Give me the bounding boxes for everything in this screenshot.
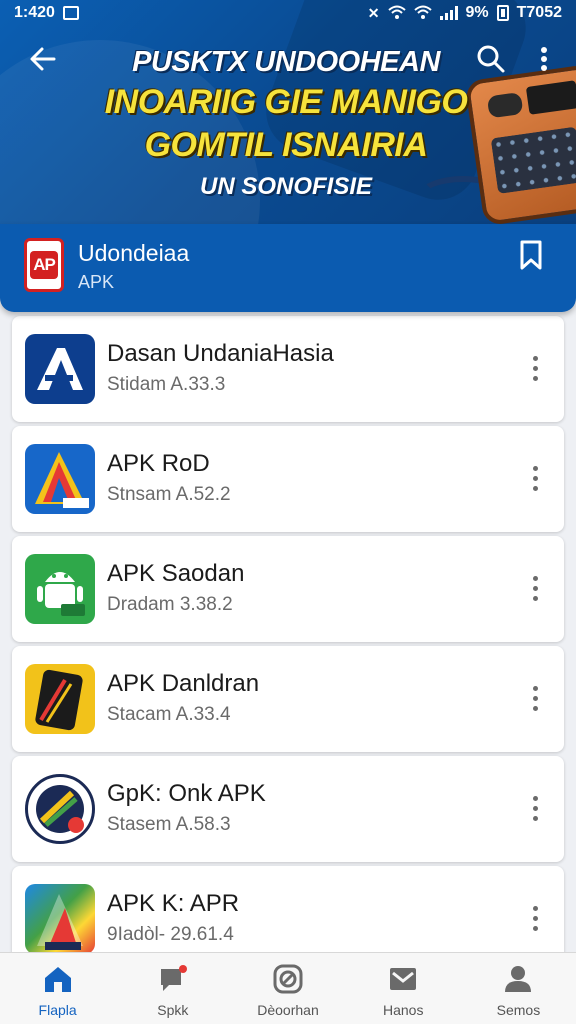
- nav-label: Hanos: [382, 1002, 424, 1018]
- item-menu-button[interactable]: [524, 346, 546, 390]
- app-logo-text: AP: [30, 251, 58, 279]
- wifi-icon-2: [413, 5, 432, 21]
- back-button[interactable]: [26, 44, 60, 78]
- signal-icon: [439, 6, 458, 20]
- status-bar: 1:420 ✕ 9% T7052: [0, 0, 576, 26]
- battery-icon: [496, 5, 509, 21]
- app-title: APK Saodan: [107, 560, 245, 587]
- app-logo: AP: [24, 238, 64, 292]
- search-icon: [477, 45, 505, 73]
- app-version: 9Iadòl- 29.61.4: [107, 924, 234, 945]
- android-robot-icon: [25, 554, 95, 624]
- gallery-icon: [62, 6, 79, 20]
- status-right: ✕ 9% T7052: [368, 4, 562, 22]
- status-time: 1:420: [14, 4, 55, 21]
- app-title: APK RoD: [107, 450, 210, 477]
- device-illustration: [464, 63, 576, 227]
- bookmark-icon: [520, 240, 542, 270]
- nav-label: Flapla: [38, 1002, 77, 1018]
- phone-icon: [25, 664, 95, 734]
- more-vert-icon: [541, 47, 547, 71]
- item-menu-button[interactable]: [524, 896, 546, 940]
- app-title: GpK: Onk APK: [107, 780, 266, 807]
- nav-item-mail[interactable]: Hanos: [346, 953, 461, 1024]
- nav-label: Semos: [496, 1002, 541, 1018]
- hero-line-4: UN SONOFISIE: [199, 173, 373, 200]
- nav-label: Spkk: [157, 1002, 189, 1018]
- person-icon: [505, 966, 532, 992]
- list-item[interactable]: APK RoD Stnsam A.52.2: [12, 426, 564, 532]
- list-item[interactable]: APK Danldran Stacam A.33.4: [12, 646, 564, 752]
- mute-icon: ✕: [367, 5, 380, 21]
- wifi-icon: [387, 5, 406, 21]
- item-menu-button[interactable]: [524, 566, 546, 610]
- badge-icon: [25, 774, 95, 844]
- bookmark-button[interactable]: [514, 238, 550, 274]
- app-title: APK K: APR: [107, 890, 240, 917]
- mail-icon: [390, 968, 417, 990]
- app-header-card: AP Udondeiaa APK: [0, 224, 576, 312]
- status-battery-text: 9%: [465, 4, 489, 21]
- arrow-left-icon: [30, 47, 56, 71]
- list-item[interactable]: Dasan UndaniaHasia Stidam A.33.3: [12, 316, 564, 422]
- bottom-nav: Flapla Spkk Dèoorhan Hanos Semos: [0, 952, 576, 1024]
- nav-item-chat[interactable]: Spkk: [115, 953, 230, 1024]
- app-version: Stacam A.33.4: [107, 704, 231, 725]
- app-title: Dasan UndaniaHasia: [107, 340, 334, 367]
- app-version: Stasem A.58.3: [107, 814, 231, 835]
- a-logo-icon: [25, 334, 95, 404]
- compass-a-icon: [25, 444, 95, 514]
- app-version: Stnsam A.52.2: [107, 484, 231, 505]
- home-icon: [44, 967, 71, 992]
- block-icon: [273, 964, 303, 994]
- color-a-icon: [25, 884, 95, 954]
- item-menu-button[interactable]: [524, 786, 546, 830]
- app-subtitle: APK: [78, 272, 115, 292]
- app-name: Udondeiaa: [78, 240, 190, 266]
- hero-toolbar: [0, 38, 576, 84]
- app-title: APK Danldran: [107, 670, 260, 697]
- nav-label: Dèoorhan: [257, 1002, 319, 1018]
- nav-item-block[interactable]: Dèoorhan: [230, 953, 345, 1024]
- more-options-button[interactable]: [530, 44, 558, 78]
- list-item[interactable]: GpK: Onk APK Stasem A.58.3: [12, 756, 564, 862]
- hero-line-2: INOARIIG GIE MANIGO: [104, 83, 468, 121]
- item-menu-button[interactable]: [524, 456, 546, 500]
- status-extra: T7052: [516, 4, 562, 21]
- hero-banner: 1:420 ✕ 9% T7052 PUSKTX UNDOOHEAN INOARI…: [0, 0, 576, 232]
- hero-line-3: GOMTIL ISNAIRIA: [144, 126, 428, 164]
- nav-item-person[interactable]: Semos: [461, 953, 576, 1024]
- list-item[interactable]: APK Saodan Dradam 3.38.2: [12, 536, 564, 642]
- chat-icon: [160, 965, 187, 991]
- app-version: Dradam 3.38.2: [107, 594, 233, 615]
- search-button[interactable]: [476, 44, 510, 78]
- nav-item-home[interactable]: Flapla: [0, 953, 115, 1024]
- item-menu-button[interactable]: [524, 676, 546, 720]
- status-left: 1:420: [14, 4, 79, 22]
- app-version: Stidam A.33.3: [107, 374, 226, 395]
